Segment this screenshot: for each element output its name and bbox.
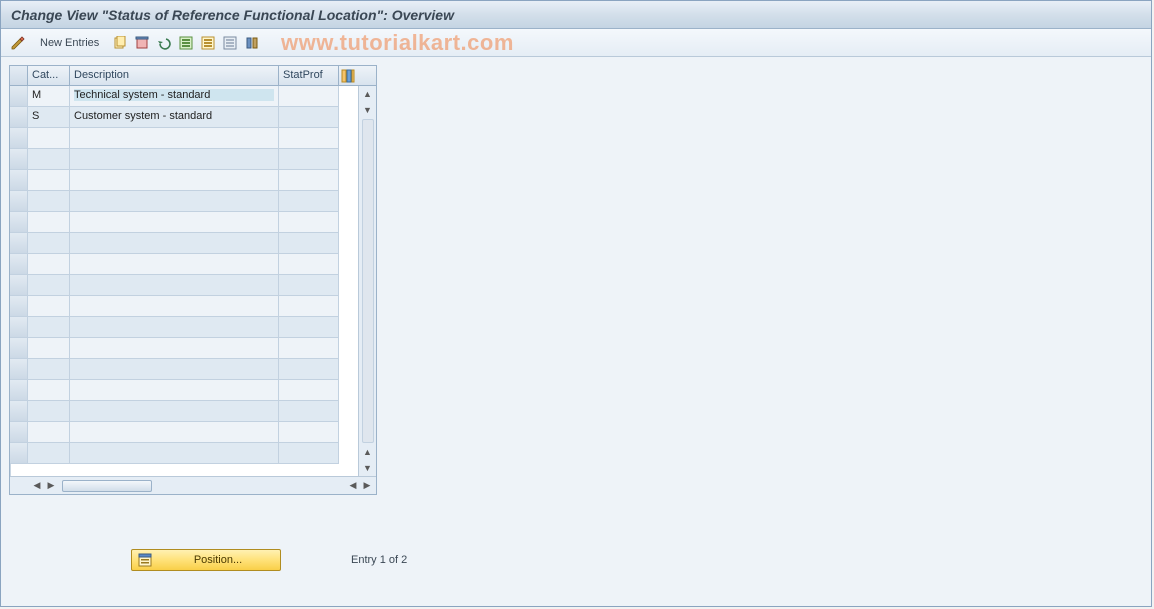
row-selector[interactable] bbox=[10, 380, 28, 401]
row-selector[interactable] bbox=[10, 359, 28, 380]
table-row[interactable] bbox=[10, 401, 358, 422]
table-row[interactable] bbox=[10, 212, 358, 233]
row-selector[interactable] bbox=[10, 422, 28, 443]
table-row[interactable] bbox=[10, 128, 358, 149]
config-icon[interactable] bbox=[242, 33, 262, 53]
table-row[interactable] bbox=[10, 86, 358, 107]
delete-icon[interactable] bbox=[132, 33, 152, 53]
cell-cat[interactable] bbox=[32, 89, 65, 101]
cell-desc[interactable] bbox=[74, 110, 274, 122]
row-selector[interactable] bbox=[10, 275, 28, 296]
table-row[interactable] bbox=[10, 191, 358, 212]
table-row[interactable] bbox=[10, 296, 358, 317]
title-bar: Change View "Status of Reference Functio… bbox=[1, 1, 1151, 29]
scroll-left-icon[interactable]: ▶ bbox=[44, 479, 58, 493]
undo-change-icon[interactable] bbox=[154, 33, 174, 53]
table-row[interactable] bbox=[10, 443, 358, 464]
row-selector[interactable] bbox=[10, 149, 28, 170]
table-row[interactable] bbox=[10, 170, 358, 191]
row-selector[interactable] bbox=[10, 296, 28, 317]
position-button[interactable]: Position... bbox=[131, 549, 281, 571]
scroll-down-icon[interactable]: ▼ bbox=[360, 460, 376, 476]
row-selector[interactable] bbox=[10, 86, 28, 107]
cell-desc[interactable] bbox=[74, 89, 274, 101]
body-area: Cat... Description StatProf bbox=[1, 57, 1151, 606]
select-block-icon[interactable] bbox=[198, 33, 218, 53]
row-selector[interactable] bbox=[10, 233, 28, 254]
select-all-rows[interactable] bbox=[10, 66, 28, 85]
scroll-first-icon[interactable]: ◀ bbox=[30, 479, 44, 493]
row-selector[interactable] bbox=[10, 338, 28, 359]
row-selector[interactable] bbox=[10, 317, 28, 338]
deselect-all-icon[interactable] bbox=[220, 33, 240, 53]
horizontal-scrollbar[interactable]: ◀ ▶ ◀ ▶ bbox=[10, 476, 376, 494]
table-row[interactable] bbox=[10, 317, 358, 338]
window-frame: Change View "Status of Reference Functio… bbox=[0, 0, 1152, 607]
data-grid: Cat... Description StatProf bbox=[9, 65, 377, 495]
table-row[interactable] bbox=[10, 338, 358, 359]
position-label: Position... bbox=[162, 554, 274, 566]
scroll-down-step-icon[interactable]: ▼ bbox=[360, 102, 376, 118]
cell-prof[interactable] bbox=[283, 110, 334, 122]
configure-columns-icon[interactable] bbox=[339, 66, 357, 85]
scroll-up-step-icon[interactable]: ▲ bbox=[360, 444, 376, 460]
hscroll-thumb[interactable] bbox=[62, 480, 152, 492]
column-header-category[interactable]: Cat... bbox=[28, 66, 70, 85]
position-icon bbox=[138, 553, 152, 567]
footer-bar: Position... Entry 1 of 2 bbox=[131, 549, 407, 571]
scroll-up-icon[interactable]: ▲ bbox=[360, 86, 376, 102]
row-selector[interactable] bbox=[10, 401, 28, 422]
column-header-statprof[interactable]: StatProf bbox=[279, 66, 339, 85]
cell-prof[interactable] bbox=[283, 89, 334, 101]
table-row[interactable] bbox=[10, 107, 358, 128]
vertical-scrollbar[interactable]: ▲ ▼ ▲ ▼ bbox=[358, 86, 376, 476]
row-selector[interactable] bbox=[10, 107, 28, 128]
scroll-last-icon[interactable]: ▶ bbox=[360, 479, 374, 493]
table-row[interactable] bbox=[10, 233, 358, 254]
row-selector[interactable] bbox=[10, 191, 28, 212]
row-selector[interactable] bbox=[10, 212, 28, 233]
table-row[interactable] bbox=[10, 380, 358, 401]
toggle-change-icon[interactable] bbox=[7, 33, 29, 53]
table-row[interactable] bbox=[10, 149, 358, 170]
table-row[interactable] bbox=[10, 359, 358, 380]
column-header-description[interactable]: Description bbox=[70, 66, 279, 85]
scroll-right-icon[interactable]: ◀ bbox=[346, 479, 360, 493]
table-row[interactable] bbox=[10, 254, 358, 275]
new-entries-label: New Entries bbox=[40, 37, 99, 49]
grid-body-inner bbox=[10, 86, 358, 476]
select-all-icon[interactable] bbox=[176, 33, 196, 53]
application-toolbar: New Entries www.tutorialkart.com bbox=[1, 29, 1151, 57]
entry-count-label: Entry 1 of 2 bbox=[351, 554, 407, 566]
cell-cat[interactable] bbox=[32, 110, 65, 122]
page-title: Change View "Status of Reference Functio… bbox=[11, 7, 454, 23]
vscroll-track[interactable] bbox=[362, 119, 374, 443]
row-selector[interactable] bbox=[10, 128, 28, 149]
row-selector[interactable] bbox=[10, 443, 28, 464]
copy-as-icon[interactable] bbox=[110, 33, 130, 53]
grid-body bbox=[10, 86, 376, 476]
table-row[interactable] bbox=[10, 275, 358, 296]
watermark-text: www.tutorialkart.com bbox=[281, 29, 514, 57]
row-selector[interactable] bbox=[10, 254, 28, 275]
row-selector[interactable] bbox=[10, 170, 28, 191]
grid-header: Cat... Description StatProf bbox=[10, 66, 376, 86]
table-row[interactable] bbox=[10, 422, 358, 443]
new-entries-button[interactable]: New Entries bbox=[31, 33, 108, 53]
